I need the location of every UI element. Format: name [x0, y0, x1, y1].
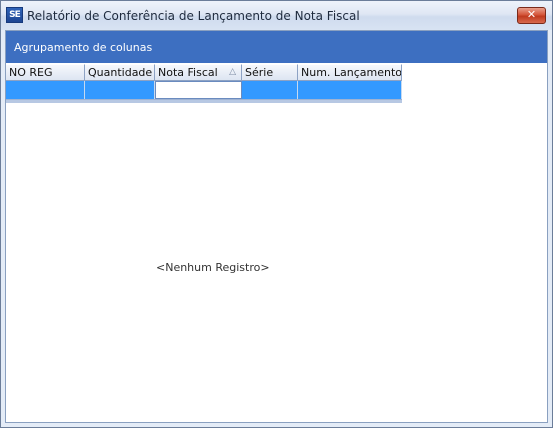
column-header-label: Num. Lançamentos: [301, 66, 402, 79]
row-cell-num-lancamentos[interactable]: [298, 81, 402, 99]
close-button[interactable]: ✕: [517, 7, 546, 24]
row-cell-no-reg[interactable]: [6, 81, 85, 99]
column-header-serie[interactable]: Série: [242, 64, 298, 81]
column-header-no-reg[interactable]: NO REG: [6, 64, 85, 81]
row-cell-serie[interactable]: [242, 81, 298, 99]
row-cell-quantidade[interactable]: [85, 81, 155, 99]
column-header-label: Quantidade: [88, 66, 153, 79]
new-item-row[interactable]: [6, 81, 402, 99]
window-title: Relatório de Conferência de Lançamento d…: [27, 9, 360, 23]
title-bar[interactable]: SE Relatório de Conferência de Lançament…: [1, 1, 552, 30]
column-header-quantidade[interactable]: Quantidade: [85, 64, 155, 81]
column-header-num-lancamentos[interactable]: Num. Lançamentos: [298, 64, 402, 81]
group-by-panel[interactable]: Agrupamento de colunas: [6, 31, 547, 63]
column-header-label: Nota Fiscal: [158, 66, 218, 79]
grid-container: Agrupamento de colunas NO REG Quantidade…: [5, 30, 548, 423]
column-header-nota-fiscal[interactable]: Nota Fiscal △: [155, 64, 242, 81]
grid-header: NO REG Quantidade Nota Fiscal △ Série Nu…: [6, 64, 402, 81]
empty-grid-message: <Nenhum Registro>: [156, 261, 270, 274]
column-header-label: NO REG: [9, 66, 53, 79]
row-footer-divider: [6, 99, 402, 103]
report-window: SE Relatório de Conferência de Lançament…: [0, 0, 553, 428]
app-logo-icon: SE: [6, 7, 23, 23]
sort-ascending-icon: △: [229, 67, 236, 77]
group-by-panel-label: Agrupamento de colunas: [14, 41, 153, 54]
row-cell-nota-fiscal[interactable]: [155, 81, 242, 99]
column-header-label: Série: [245, 66, 274, 79]
